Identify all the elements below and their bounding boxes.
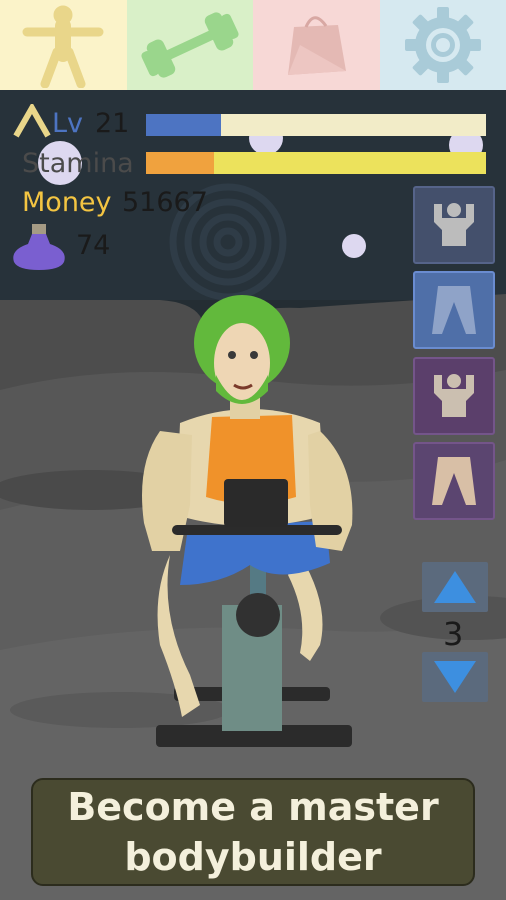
upper-body-button-2[interactable] bbox=[413, 357, 495, 435]
level-value: 21 bbox=[95, 108, 130, 139]
potion-icon bbox=[13, 224, 65, 270]
tab-body[interactable] bbox=[0, 0, 127, 90]
stamina-bar bbox=[146, 152, 486, 174]
stamina-label: Stamina bbox=[22, 148, 134, 179]
body-figure-icon bbox=[22, 5, 104, 88]
tab-settings[interactable] bbox=[379, 0, 506, 90]
legs-button[interactable] bbox=[413, 271, 495, 349]
stamina-fill bbox=[146, 152, 214, 174]
tab-workout[interactable] bbox=[126, 0, 253, 90]
upper-body-icon bbox=[434, 203, 474, 246]
upper-body-icon bbox=[434, 374, 474, 417]
level-label: Lv bbox=[52, 108, 84, 139]
arrow-up-icon bbox=[434, 571, 476, 603]
level-progress-fill bbox=[146, 114, 221, 136]
decrease-button[interactable] bbox=[422, 652, 488, 702]
tab-shop[interactable] bbox=[253, 0, 380, 90]
money-value: 51667 bbox=[122, 187, 208, 218]
legs-icon bbox=[432, 286, 476, 334]
increase-button[interactable] bbox=[422, 562, 488, 612]
arrow-down-icon bbox=[434, 661, 476, 693]
level-progress-bar bbox=[146, 114, 486, 136]
potion-count: 74 bbox=[76, 230, 111, 261]
promo-banner: Become a master bodybuilder bbox=[31, 778, 475, 886]
legs-button-2[interactable] bbox=[413, 442, 495, 520]
shopping-bag-icon bbox=[288, 16, 347, 75]
dumbbell-icon bbox=[141, 12, 239, 78]
level-icon bbox=[13, 104, 51, 138]
legs-icon bbox=[432, 457, 476, 505]
banner-line-2: bodybuilder bbox=[124, 835, 382, 879]
banner-line-1: Become a master bbox=[67, 785, 439, 829]
bodybuilder-character bbox=[142, 295, 353, 747]
gear-icon bbox=[404, 7, 481, 83]
stepper-value: 3 bbox=[443, 615, 464, 653]
money-label: Money bbox=[22, 187, 112, 218]
upper-body-button[interactable] bbox=[413, 186, 495, 264]
tab-bar bbox=[0, 0, 506, 90]
